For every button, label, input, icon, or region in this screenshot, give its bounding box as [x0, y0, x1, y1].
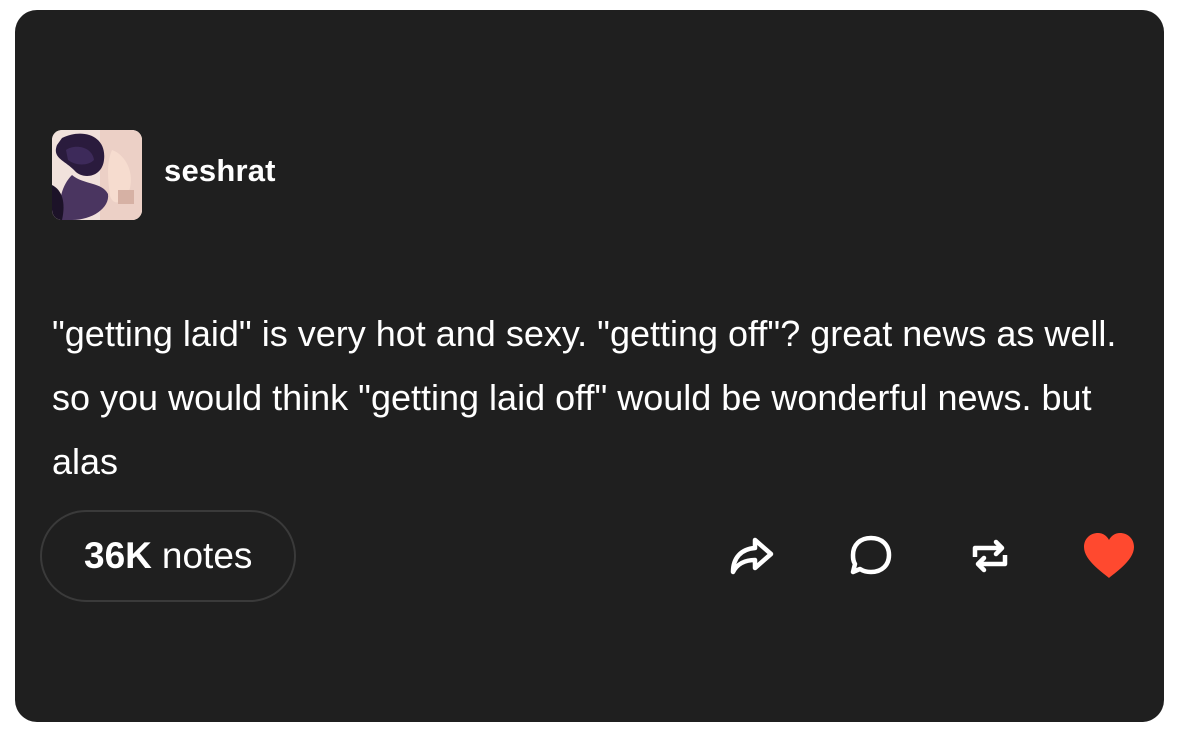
notes-count: 36K	[84, 535, 152, 576]
notes-button[interactable]: 36K notes	[40, 510, 297, 602]
post-card: seshrat "getting laid" is very hot and s…	[15, 10, 1164, 722]
post-actions	[663, 510, 1139, 602]
username[interactable]: seshrat	[164, 153, 276, 189]
reblog-button[interactable]	[960, 526, 1020, 586]
post-footer: 36K notes	[40, 510, 1139, 606]
reply-button[interactable]	[841, 526, 901, 586]
post-body: "getting laid" is very hot and sexy. "ge…	[52, 313, 1117, 482]
share-icon	[730, 537, 774, 575]
post-header: seshrat	[52, 130, 276, 220]
reblog-icon	[972, 539, 1008, 573]
like-button[interactable]	[1079, 526, 1139, 586]
notes-label: notes	[161, 535, 253, 576]
avatar-image	[52, 130, 142, 220]
like-icon	[1084, 533, 1134, 578]
reply-icon	[850, 535, 892, 575]
share-button[interactable]	[722, 526, 782, 586]
avatar[interactable]	[52, 130, 142, 220]
